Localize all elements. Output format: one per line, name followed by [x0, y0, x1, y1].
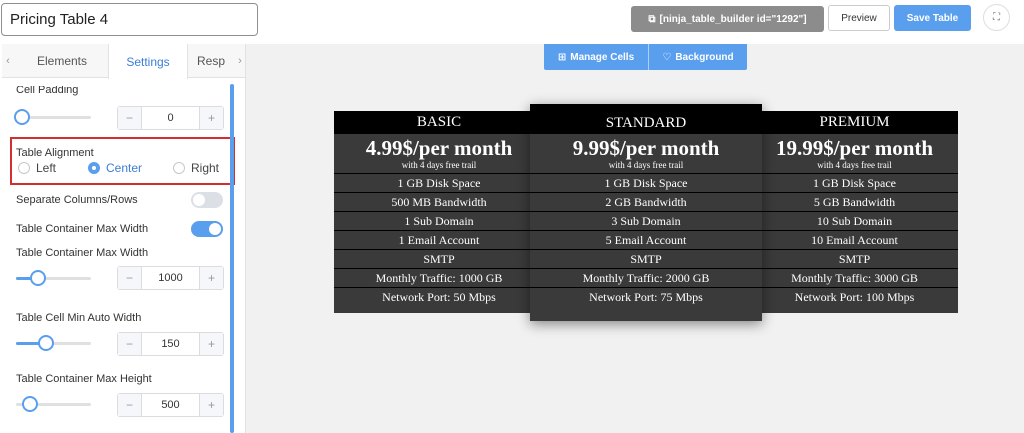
plan-price: 19.99$/per month [775, 136, 934, 160]
table-preview-canvas: ⊞ Manage Cells ♡ Background BASIC 4.99$/… [246, 44, 1024, 433]
plus-icon[interactable]: + [199, 333, 223, 355]
plan-trial: with 4 days free trail [401, 160, 477, 170]
lightbulb-icon: ♡ [662, 51, 672, 63]
plan-column-standard[interactable]: STANDARD 9.99$/per month with 4 days fre… [530, 104, 762, 321]
container-max-height-stepper[interactable]: − 500 + [117, 393, 224, 417]
plan-feature: Monthly Traffic: 1000 GB [334, 268, 544, 287]
container-max-width-toggle[interactable] [191, 221, 223, 237]
plan-trial: with 4 days free trail [608, 160, 684, 170]
cell-padding-label: Cell Padding [16, 86, 79, 96]
save-table-button[interactable]: Save Table [894, 5, 971, 31]
shortcode-text: [ninja_table_builder id="1292"] [659, 13, 807, 25]
shortcode-copy-button[interactable]: ⧉ [ninja_table_builder id="1292"] [631, 6, 824, 32]
chevron-right-icon[interactable]: › [234, 44, 245, 78]
slider-handle[interactable] [30, 270, 46, 286]
tab-settings[interactable]: Settings [108, 44, 188, 79]
plan-feature: 500 MB Bandwidth [334, 192, 544, 211]
plan-feature: Network Port: 100 Mbps [751, 287, 958, 306]
alignment-center-radio[interactable]: Center [88, 161, 142, 175]
container-max-width-slider[interactable] [16, 270, 91, 286]
container-max-width-label: Table Container Max Width [16, 247, 149, 259]
grid-icon: ⊞ [557, 51, 567, 63]
alignment-right-radio[interactable]: Right [173, 161, 219, 175]
sidebar-scrollbar[interactable] [230, 84, 234, 433]
canvas-toolbar: ⊞ Manage Cells ♡ Background [544, 44, 747, 70]
cell-padding-stepper[interactable]: − 0 + [117, 106, 224, 130]
stepper-value[interactable]: 1000 [142, 267, 199, 289]
plan-column-basic[interactable]: BASIC 4.99$/per month with 4 days free t… [334, 111, 544, 313]
plan-feature: 1 GB Disk Space [334, 173, 544, 192]
plan-price: 9.99$/per month [572, 136, 720, 160]
plan-feature: Monthly Traffic: 3000 GB [751, 268, 958, 287]
alignment-left-radio[interactable]: Left [18, 161, 56, 175]
plan-feature: 10 Sub Domain [751, 211, 958, 230]
plan-name: PREMIUM [751, 111, 958, 134]
plan-feature: 2 GB Bandwidth [530, 192, 762, 211]
toggle-knob [193, 194, 205, 206]
tab-elements[interactable]: Elements [16, 44, 108, 78]
stepper-value[interactable]: 150 [142, 333, 199, 355]
plan-feature: SMTP [751, 249, 958, 268]
copy-icon: ⧉ [648, 13, 656, 25]
separate-columns-label: Separate Columns/Rows [16, 194, 138, 206]
minus-icon[interactable]: − [118, 107, 142, 129]
tab-responsive[interactable]: Resp [188, 44, 234, 78]
slider-handle[interactable] [14, 109, 30, 125]
container-max-width-stepper[interactable]: − 1000 + [117, 266, 224, 290]
plan-feature: SMTP [334, 249, 544, 268]
plan-name: STANDARD [530, 104, 762, 134]
plan-feature: Network Port: 50 Mbps [334, 287, 544, 306]
radio-icon [18, 162, 30, 174]
top-bar: Pricing Table 4 ⧉ [ninja_table_builder i… [0, 0, 1024, 44]
stepper-value[interactable]: 500 [142, 394, 199, 416]
minus-icon[interactable]: − [118, 333, 142, 355]
minus-icon[interactable]: − [118, 394, 142, 416]
sidebar-tabs: ‹ Elements Settings Resp › [2, 44, 245, 79]
plan-feature: 1 GB Disk Space [751, 173, 958, 192]
plan-column-premium[interactable]: PREMIUM 19.99$/per month with 4 days fre… [751, 111, 958, 313]
plus-icon[interactable]: + [199, 107, 223, 129]
plan-feature: 1 GB Disk Space [530, 173, 762, 192]
manage-cells-button[interactable]: ⊞ Manage Cells [544, 44, 649, 70]
plan-feature: 5 GB Bandwidth [751, 192, 958, 211]
plan-feature: 1 Email Account [334, 230, 544, 249]
plan-feature: 5 Email Account [530, 230, 762, 249]
cell-min-width-slider[interactable] [16, 335, 91, 351]
toggle-knob [209, 223, 221, 235]
plan-price: 4.99$/per month [365, 136, 513, 160]
slider-handle[interactable] [22, 396, 38, 412]
container-max-height-label: Table Container Max Height [16, 373, 152, 385]
fullscreen-icon[interactable]: ⛶ [983, 4, 1010, 31]
plan-feature: 10 Email Account [751, 230, 958, 249]
cell-min-width-label: Table Cell Min Auto Width [16, 312, 142, 324]
radio-icon [173, 162, 185, 174]
plan-feature: SMTP [530, 249, 762, 268]
plus-icon[interactable]: + [199, 394, 223, 416]
radio-checked-icon [88, 162, 100, 174]
plan-feature: 1 Sub Domain [334, 211, 544, 230]
minus-icon[interactable]: − [118, 267, 142, 289]
stepper-value[interactable]: 0 [142, 107, 199, 129]
cell-padding-slider[interactable] [14, 109, 91, 125]
table-title-input[interactable]: Pricing Table 4 [1, 3, 258, 36]
cell-min-width-stepper[interactable]: − 150 + [117, 332, 224, 356]
settings-sidebar: ‹ Elements Settings Resp › Cell Padding … [2, 44, 246, 433]
plan-feature: Network Port: 75 Mbps [530, 287, 762, 306]
plan-name: BASIC [334, 111, 544, 134]
plus-icon[interactable]: + [199, 267, 223, 289]
preview-button[interactable]: Preview [828, 5, 890, 31]
plan-feature: 3 Sub Domain [530, 211, 762, 230]
plan-trial: with 4 days free trail [817, 160, 892, 170]
table-alignment-label: Table Alignment [16, 147, 94, 159]
background-button[interactable]: ♡ Background [649, 44, 747, 70]
slider-handle[interactable] [38, 335, 54, 351]
container-max-width-toggle-label: Table Container Max Width [16, 223, 149, 235]
separate-columns-toggle[interactable] [191, 192, 223, 208]
container-max-height-slider[interactable] [16, 396, 91, 412]
plan-feature: Monthly Traffic: 2000 GB [530, 268, 762, 287]
chevron-left-icon[interactable]: ‹ [2, 44, 14, 78]
